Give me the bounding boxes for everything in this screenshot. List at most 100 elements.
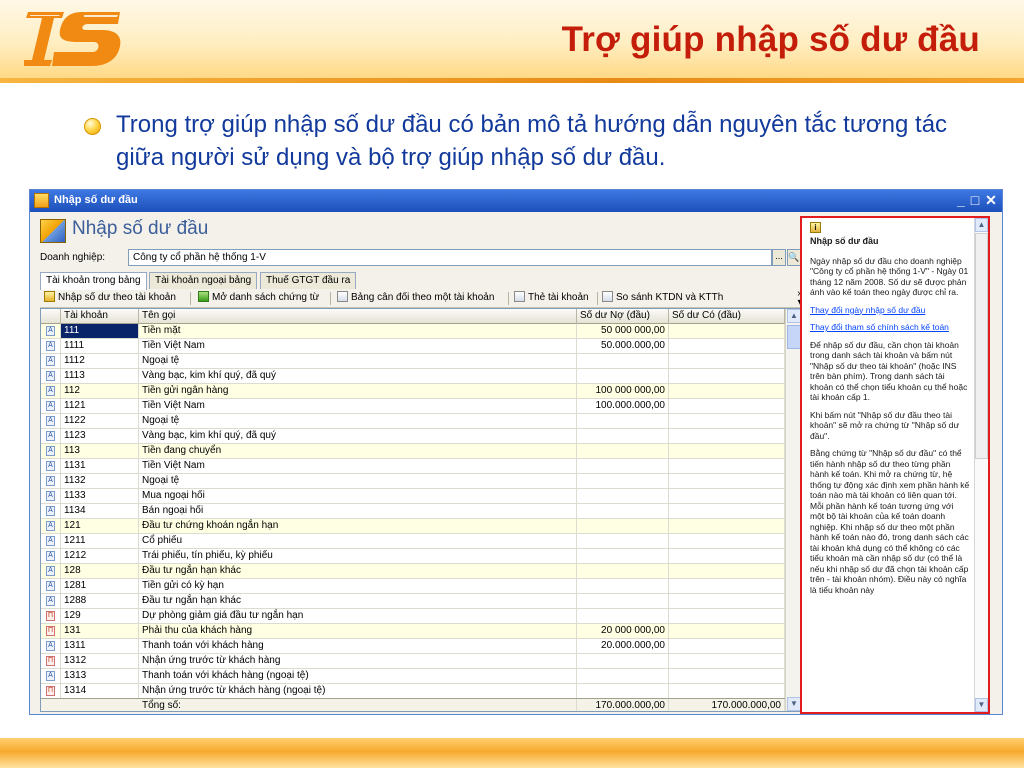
table-row[interactable]: A 1288 Đầu tư ngắn hạn khác [41,594,785,609]
debit-balance[interactable]: 50.000.000,00 [577,339,669,353]
credit-balance[interactable] [669,474,785,488]
account-code[interactable]: 129 [61,609,139,623]
account-name[interactable]: Ngoại tệ [139,354,577,368]
table-row[interactable]: П 129 Dự phòng giảm giá đầu tư ngắn hạn [41,609,785,624]
debit-balance[interactable]: 20.000.000,00 [577,639,669,653]
account-name[interactable]: Vàng bạc, kim khí quý, đã quý [139,369,577,383]
table-row[interactable]: A 1212 Trái phiếu, tín phiếu, kỳ phiếu [41,549,785,564]
account-name[interactable]: Trái phiếu, tín phiếu, kỳ phiếu [139,549,577,563]
account-name[interactable]: Tiền Việt Nam [139,399,577,413]
account-code[interactable]: 121 [61,519,139,533]
account-code[interactable]: 1123 [61,429,139,443]
account-code[interactable]: 1314 [61,684,139,698]
table-row[interactable]: A 1311 Thanh toán với khách hàng 20.000.000… [41,639,785,654]
account-name[interactable]: Phải thu của khách hàng [139,624,577,638]
change-policy-link[interactable]: Thay đổi tham số chính sách kế toán [810,322,970,333]
account-code[interactable]: 1311 [61,639,139,653]
table-row[interactable]: A 1121 Tiền Việt Nam 100.000.000,00 [41,399,785,414]
table-row[interactable]: П 131 Phải thu của khách hàng 20 000 000,00 [41,624,785,639]
account-name[interactable]: Vàng bạc, kim khí quý, đã quý [139,429,577,443]
account-code[interactable]: 113 [61,444,139,458]
credit-balance[interactable] [669,609,785,623]
account-code[interactable]: 1312 [61,654,139,668]
account-code[interactable]: 1281 [61,579,139,593]
account-name[interactable]: Thanh toán với khách hàng (ngoại tệ) [139,669,577,683]
debit-balance[interactable] [577,519,669,533]
table-row[interactable]: A 1281 Tiền gửi có kỳ hạn [41,579,785,594]
table-row[interactable]: П 1312 Nhận ứng trước từ khách hàng [41,654,785,669]
table-row[interactable]: П 1314 Nhận ứng trước từ khách hàng (ngoại… [41,684,785,698]
account-code[interactable]: 131 [61,624,139,638]
account-name[interactable]: Tiền gửi ngân hàng [139,384,577,398]
credit-balance[interactable] [669,459,785,473]
account-name[interactable]: Bán ngoại hối [139,504,577,518]
account-code[interactable]: 1134 [61,504,139,518]
debit-balance[interactable] [577,414,669,428]
tab-accounts-off-balance[interactable]: Tài khoản ngoại bảng [149,272,258,289]
credit-balance[interactable] [669,444,785,458]
account-code[interactable]: 111 [61,324,139,338]
account-name[interactable]: Ngoại tệ [139,474,577,488]
change-date-link[interactable]: Thay đổi ngày nhập số dư đầu [810,305,970,316]
debit-balance[interactable] [577,549,669,563]
account-card-button[interactable]: Thẻ tài khoản [514,291,589,306]
scroll-up-icon[interactable]: ▲ [787,309,801,323]
account-code[interactable]: 1212 [61,549,139,563]
grid-scrollbar[interactable]: ▲ ▼ [785,309,801,711]
debit-balance[interactable] [577,429,669,443]
account-name[interactable]: Đầu tư ngắn hạn khác [139,564,577,578]
account-name[interactable]: Nhận ứng trước từ khách hàng [139,654,577,668]
scroll-down-icon[interactable]: ▼ [787,697,801,711]
account-code[interactable]: 1121 [61,399,139,413]
account-code[interactable]: 1211 [61,534,139,548]
table-row[interactable]: A 121 Đầu tư chứng khoán ngắn hạn [41,519,785,534]
help-scroll-up-icon[interactable]: ▲ [975,218,988,232]
credit-balance[interactable] [669,504,785,518]
debit-balance[interactable]: 100 000 000,00 [577,384,669,398]
credit-balance[interactable] [669,324,785,338]
company-search-icon[interactable]: 🔍 [787,249,801,266]
debit-balance[interactable] [577,669,669,683]
grid-header-credit[interactable]: Số dư Có (đầu) [669,309,785,324]
table-row[interactable]: A 113 Tiền đang chuyển [41,444,785,459]
tab-vat-output[interactable]: Thuế GTGT đầu ra [260,272,357,289]
balance-sheet-button[interactable]: Bảng cân đối theo một tài khoản [337,291,494,306]
debit-balance[interactable] [577,654,669,668]
compare-button[interactable]: So sánh KTDN và KTTh [602,291,723,306]
debit-balance[interactable] [577,474,669,488]
account-name[interactable]: Tiền Việt Nam [139,339,577,353]
debit-balance[interactable] [577,354,669,368]
account-name[interactable]: Đầu tư chứng khoán ngắn hạn [139,519,577,533]
account-name[interactable]: Dự phòng giảm giá đầu tư ngắn hạn [139,609,577,623]
credit-balance[interactable] [669,624,785,638]
account-name[interactable]: Nhận ứng trước từ khách hàng (ngoại tệ) [139,684,577,698]
table-row[interactable]: A 1134 Bán ngoại hối [41,504,785,519]
account-name[interactable]: Tiền đang chuyển [139,444,577,458]
debit-balance[interactable] [577,684,669,698]
credit-balance[interactable] [669,489,785,503]
debit-balance[interactable]: 100.000.000,00 [577,399,669,413]
company-more-button[interactable]: ... [772,249,786,266]
window-titlebar[interactable]: Nhập số dư đầu _ □ ✕ [30,190,1002,212]
account-name[interactable]: Tiền gửi có kỳ hạn [139,579,577,593]
debit-balance[interactable] [577,459,669,473]
help-scrollbar[interactable]: ▲ ▼ [974,218,988,712]
credit-balance[interactable] [669,594,785,608]
grid-header-account[interactable]: Tài khoản [61,309,139,324]
credit-balance[interactable] [669,354,785,368]
company-input[interactable]: Công ty cổ phần hệ thống 1-V [128,249,772,266]
credit-balance[interactable] [669,564,785,578]
table-row[interactable]: A 1112 Ngoại tệ [41,354,785,369]
account-code[interactable]: 1113 [61,369,139,383]
table-row[interactable]: A 111 Tiền mặt 50 000 000,00 [41,324,785,339]
credit-balance[interactable] [669,639,785,653]
debit-balance[interactable]: 20 000 000,00 [577,624,669,638]
account-code[interactable]: 1112 [61,354,139,368]
table-row[interactable]: A 1211 Cổ phiếu [41,534,785,549]
tab-accounts-in-balance[interactable]: Tài khoản trong bảng [40,272,147,290]
scroll-thumb[interactable] [787,325,801,349]
credit-balance[interactable] [669,384,785,398]
credit-balance[interactable] [669,549,785,563]
account-code[interactable]: 1288 [61,594,139,608]
debit-balance[interactable] [577,369,669,383]
